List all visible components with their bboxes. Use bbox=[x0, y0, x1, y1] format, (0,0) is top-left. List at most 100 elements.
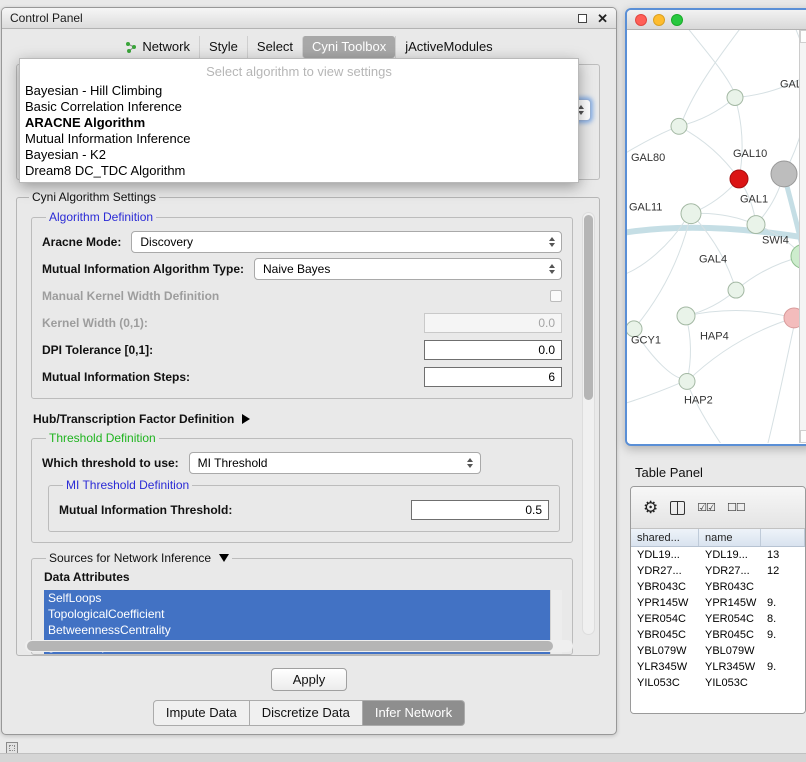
sources-legend[interactable]: Sources for Network Inference bbox=[46, 551, 232, 565]
network-node[interactable] bbox=[679, 374, 695, 390]
table-row[interactable]: YPR145WYPR145W9. bbox=[631, 595, 805, 611]
table-cell: YIL053C bbox=[631, 677, 699, 689]
algorithm-option[interactable]: Basic Correlation Inference bbox=[20, 99, 578, 115]
sources-title: Sources for Network Inference bbox=[49, 551, 211, 565]
data-attribute-item[interactable]: SelfLoops bbox=[44, 590, 550, 606]
network-node[interactable] bbox=[671, 118, 687, 134]
network-edge[interactable] bbox=[679, 126, 739, 179]
network-edge[interactable] bbox=[686, 316, 690, 382]
dpi-tolerance-label: DPI Tolerance [0,1]: bbox=[42, 343, 153, 357]
data-attribute-item[interactable]: BetweennessCentrality bbox=[44, 622, 550, 638]
algorithm-option[interactable]: ARACNE Algorithm bbox=[20, 115, 578, 131]
network-edge[interactable] bbox=[686, 310, 794, 317]
network-node[interactable] bbox=[747, 216, 765, 234]
table-row[interactable]: YIL053CYIL053C bbox=[631, 675, 805, 691]
expand-arrow-icon[interactable] bbox=[242, 414, 250, 424]
algorithm-option[interactable]: Dream8 DC_TDC Algorithm bbox=[20, 163, 578, 179]
settings-horizontal-scrollbar[interactable] bbox=[25, 640, 573, 652]
control-panel-window: Control Panel ✕ Network Style Select Cyni T… bbox=[1, 7, 617, 735]
network-view-window: GAL80GAL10GAL11GAL1SWI4GAL4HAP4GCY1HAP2G… bbox=[625, 8, 806, 446]
zoom-traffic-light-icon[interactable] bbox=[671, 14, 683, 26]
tab-label: Style bbox=[209, 39, 238, 54]
tab-select[interactable]: Select bbox=[247, 36, 302, 58]
tab-style[interactable]: Style bbox=[199, 36, 247, 58]
algorithm-option[interactable]: Bayesian - K2 bbox=[20, 147, 578, 163]
network-edge[interactable] bbox=[683, 30, 745, 119]
network-node[interactable] bbox=[681, 204, 701, 224]
which-threshold-value: MI Threshold bbox=[198, 456, 268, 470]
collapse-arrow-icon[interactable] bbox=[219, 554, 229, 562]
network-node[interactable] bbox=[730, 170, 748, 188]
table-cell: 12 bbox=[761, 565, 805, 577]
scroll-down-icon[interactable] bbox=[800, 430, 806, 443]
algorithm-definition-group: Algorithm Definition Aracne Mode: Discov… bbox=[31, 210, 573, 399]
network-edge[interactable] bbox=[679, 98, 735, 127]
dpi-tolerance-field[interactable] bbox=[424, 340, 562, 360]
bottom-tab-infer-network[interactable]: Infer Network bbox=[363, 700, 465, 726]
network-window-titlebar[interactable] bbox=[627, 10, 806, 30]
tab-label: Cyni Toolbox bbox=[312, 39, 386, 54]
table-row[interactable]: YER054CYER054C8. bbox=[631, 611, 805, 627]
column-header-name[interactable]: name bbox=[699, 529, 761, 546]
float-window-icon[interactable] bbox=[578, 14, 587, 23]
table-row[interactable]: YLR345WYLR345W9. bbox=[631, 659, 805, 675]
network-edge[interactable] bbox=[683, 30, 733, 90]
table-row[interactable]: YBL079WYBL079W bbox=[631, 643, 805, 659]
settings-vertical-scrollbar[interactable] bbox=[582, 212, 595, 635]
mi-threshold-field[interactable] bbox=[411, 500, 549, 520]
algorithm-option[interactable]: Mutual Information Inference bbox=[20, 131, 578, 147]
select-all-icon[interactable]: ☑☑ bbox=[697, 501, 715, 514]
algorithm-option[interactable]: Bayesian - Hill Climbing bbox=[20, 83, 578, 99]
control-panel-titlebar[interactable]: Control Panel ✕ bbox=[2, 8, 616, 29]
columns-icon[interactable] bbox=[670, 501, 685, 515]
network-node[interactable] bbox=[728, 282, 744, 298]
table-row[interactable]: YDL19...YDL19...13 bbox=[631, 547, 805, 563]
tab-label: Select bbox=[257, 39, 293, 54]
network-edge[interactable] bbox=[687, 318, 794, 382]
which-threshold-label: Which threshold to use: bbox=[42, 456, 179, 470]
scrollbar-thumb[interactable] bbox=[584, 215, 593, 400]
tab-cyni-toolbox[interactable]: Cyni Toolbox bbox=[302, 36, 395, 58]
mi-steps-field[interactable] bbox=[424, 367, 562, 387]
threshold-definition-legend: Threshold Definition bbox=[46, 431, 159, 445]
apply-button[interactable]: Apply bbox=[271, 668, 347, 691]
network-canvas[interactable]: GAL80GAL10GAL11GAL1SWI4GAL4HAP4GCY1HAP2G… bbox=[627, 30, 806, 443]
bottom-tab-discretize-data[interactable]: Discretize Data bbox=[250, 700, 363, 726]
network-node-label: GAL1 bbox=[740, 194, 768, 206]
which-threshold-combobox[interactable]: MI Threshold bbox=[189, 452, 481, 474]
mi-threshold-row: Mutual Information Threshold: bbox=[59, 499, 549, 521]
table-row[interactable]: YDR27...YDR27...12 bbox=[631, 563, 805, 579]
hub-definition-section[interactable]: Hub/Transcription Factor Definition bbox=[33, 411, 575, 427]
network-vertical-scrollbar[interactable] bbox=[799, 30, 806, 443]
table-row[interactable]: YBR043CYBR043C bbox=[631, 579, 805, 595]
mi-type-combobox[interactable]: Naive Bayes bbox=[254, 258, 562, 280]
aracne-mode-combobox[interactable]: Discovery bbox=[131, 231, 562, 253]
tab-jactivemodules[interactable]: jActiveModules bbox=[395, 36, 501, 58]
mi-type-value: Naive Bayes bbox=[263, 262, 330, 276]
table-panel-title: Table Panel bbox=[635, 465, 703, 480]
table-cell: YDL19... bbox=[699, 549, 761, 561]
combobox-stepper-icon bbox=[464, 453, 477, 473]
network-node[interactable] bbox=[771, 161, 797, 187]
data-attribute-item[interactable]: TopologicalCoefficient bbox=[44, 606, 550, 622]
scrollbar-thumb[interactable] bbox=[27, 641, 553, 651]
table-row[interactable]: YBR045CYBR045C9. bbox=[631, 627, 805, 643]
tab-network[interactable]: Network bbox=[116, 36, 199, 58]
network-edge[interactable] bbox=[767, 326, 794, 443]
minimize-traffic-light-icon[interactable] bbox=[653, 14, 665, 26]
cyni-settings-group: Cyni Algorithm Settings Algorithm Defini… bbox=[16, 190, 600, 656]
network-edge[interactable] bbox=[735, 98, 742, 179]
network-node[interactable] bbox=[677, 307, 695, 325]
close-icon[interactable]: ✕ bbox=[597, 12, 608, 25]
column-header-col2[interactable] bbox=[761, 529, 805, 546]
bottom-tab-impute-data[interactable]: Impute Data bbox=[153, 700, 250, 726]
gear-icon[interactable]: ⚙ bbox=[643, 499, 658, 516]
table-toolbar: ⚙ ☑☑ ☐☐ bbox=[631, 487, 805, 529]
network-node-label: HAP2 bbox=[684, 394, 713, 406]
column-header-shared[interactable]: shared... bbox=[631, 529, 699, 546]
deselect-all-icon[interactable]: ☐☐ bbox=[727, 501, 745, 514]
network-edge[interactable] bbox=[627, 383, 679, 405]
close-traffic-light-icon[interactable] bbox=[635, 14, 647, 26]
network-node[interactable] bbox=[727, 90, 743, 106]
scroll-up-icon[interactable] bbox=[800, 30, 806, 43]
